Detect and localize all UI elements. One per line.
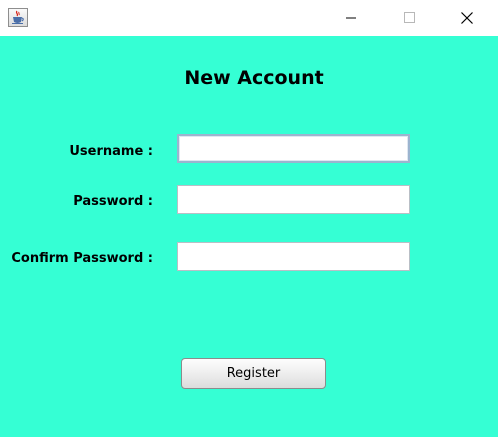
minimize-button[interactable]: [328, 0, 374, 36]
confirm-password-field[interactable]: [177, 242, 410, 271]
title-bar[interactable]: [0, 0, 498, 36]
password-label: Password :: [73, 194, 153, 209]
java-coffee-cup-icon[interactable]: [8, 8, 28, 27]
page-title: New Account: [184, 67, 324, 89]
register-button[interactable]: Register: [181, 358, 326, 389]
close-button[interactable]: [444, 0, 490, 36]
confirm-password-label: Confirm Password :: [11, 251, 153, 266]
close-icon: [461, 12, 473, 24]
maximize-button[interactable]: [386, 0, 432, 36]
password-field[interactable]: [177, 185, 410, 214]
maximize-icon: [404, 12, 415, 23]
app-window: New Account Username : Password : Confir…: [0, 0, 498, 437]
minimize-icon: [346, 17, 356, 19]
form-panel: New Account Username : Password : Confir…: [0, 36, 498, 437]
username-field[interactable]: [177, 134, 410, 163]
username-label: Username :: [69, 144, 153, 159]
